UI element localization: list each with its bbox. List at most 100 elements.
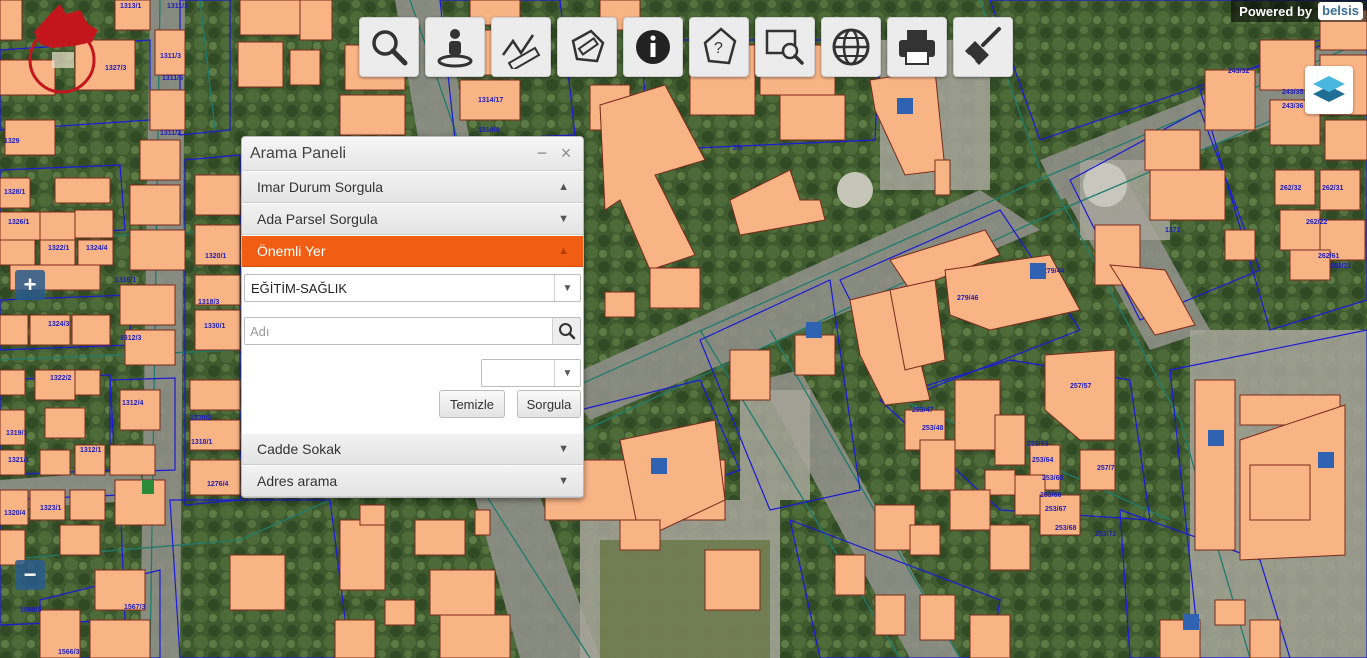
zoom-in-button[interactable]: + [15, 270, 45, 300]
parcel-label: 253/63 [1027, 441, 1049, 448]
parcel-label: 262/32 [1280, 185, 1302, 192]
parcel-label: 243/36 [1282, 103, 1304, 110]
query-button[interactable]: Sorgula [517, 390, 581, 418]
parcel-label: 1311/2 [160, 130, 181, 137]
parcel-label: 1276/4 [207, 481, 229, 488]
parcel-label: 1320/4 [4, 510, 26, 517]
chevron-down-icon: ▼ [558, 443, 569, 455]
section-cadde-sokak[interactable]: Cadde Sokak ▼ [242, 433, 583, 465]
powered-by-label: Powered by [1239, 3, 1313, 19]
section-ada-parsel[interactable]: Ada Parsel Sorgula ▼ [242, 203, 583, 235]
chevron-down-icon[interactable]: ▼ [554, 360, 580, 386]
parcel-label: 262/21 [1330, 263, 1352, 270]
chevron-up-icon: ▲ [558, 245, 569, 257]
parcel-label: 1314/4 [478, 127, 500, 134]
globe-icon [832, 28, 870, 66]
parcel-label: 257/7 [1097, 465, 1115, 472]
parcel-label: 1321/1 [8, 457, 30, 464]
parcel-label: 1311/3 [160, 53, 181, 60]
parcel-label: 1322/1 [48, 245, 70, 252]
printer-icon [899, 30, 935, 65]
panel-bottom-sections: Cadde Sokak ▼ Adres arama ▼ [242, 433, 583, 497]
parcel-label: 1314/17 [478, 97, 503, 104]
measure-distance-button[interactable] [491, 17, 551, 77]
parcel-label: 253/67 [1045, 506, 1067, 513]
zoom-out-button[interactable]: − [15, 560, 45, 590]
category-value: EĞİTİM-SAĞLIK [251, 280, 348, 296]
parcel-label: 1567/3 [124, 604, 146, 611]
chevron-down-icon[interactable]: ▼ [554, 275, 580, 301]
layers-button[interactable] [1305, 66, 1353, 114]
parcel-label: 279/44 [1043, 268, 1065, 275]
parcel-label: 243/32 [1228, 68, 1250, 75]
person-pin-icon [437, 29, 473, 68]
map-canvas[interactable]: 1313/1 1311/1 1311/3 1311/5 1311/2 1314/17 131… [0, 0, 1367, 658]
parcel-label: 253/68 [1055, 525, 1077, 532]
print-button[interactable] [887, 17, 947, 77]
parcel-label: 257/57 [1070, 383, 1092, 390]
parcel-label: 1323/1 [40, 505, 62, 512]
parcel-label: 253/66 [1040, 492, 1062, 499]
ruler-polygon-icon [571, 29, 605, 63]
parcel-label: 1318/3 [198, 299, 220, 306]
parcel-label: 1568/5 [20, 607, 42, 614]
info-icon [636, 30, 670, 64]
name-input[interactable] [245, 318, 553, 344]
section-imar-durum[interactable]: Imar Durum Sorgula ▲ [242, 171, 583, 203]
parcel-label: 1327/3 [105, 65, 127, 72]
section-adres-arama[interactable]: Adres arama ▼ [242, 465, 583, 497]
parcel-label: 253/72 [1095, 531, 1117, 538]
parcel-label: 1329 [4, 138, 20, 145]
section-cadde-label: Cadde Sokak [257, 441, 342, 457]
category-select[interactable]: EĞİTİM-SAĞLIK ▼ [244, 274, 581, 302]
info-button[interactable] [623, 17, 683, 77]
screen-magnifier-icon [765, 29, 804, 65]
parcel-label: 253/65 [1042, 475, 1064, 482]
zoom-area-button[interactable] [755, 17, 815, 77]
parcel-label: 1318/1 [191, 439, 213, 446]
minimize-icon[interactable]: − [533, 143, 551, 163]
measure-area-button[interactable] [557, 17, 617, 77]
parcel-label: 253/64 [1032, 457, 1054, 464]
section-onemli-label: Önemli Yer [257, 243, 326, 259]
onemli-yer-body: EĞİTİM-SAĞLIK ▼ ▼ Temizle Sorgula [242, 267, 583, 418]
parcel-label: 1319/1 [6, 430, 28, 437]
clear-button[interactable] [953, 17, 1013, 77]
globe-button[interactable] [821, 17, 881, 77]
parcel-label: 1312/3 [120, 335, 142, 342]
map-toolbar: ? [359, 17, 1013, 77]
locate-person-button[interactable] [425, 17, 485, 77]
broom-icon [965, 27, 1001, 65]
parcel-label: 1320/1 [205, 253, 227, 260]
municipality-logo [22, 2, 102, 98]
svg-text:?: ? [714, 40, 723, 57]
parcel-label: 253/47 [912, 407, 934, 414]
search-icon[interactable] [552, 318, 580, 344]
satellite-map: 1313/1 1311/1 1311/3 1311/5 1311/2 1314/17 131… [0, 0, 1367, 658]
panel-title: Arama Paneli [250, 144, 347, 162]
section-ada-label: Ada Parsel Sorgula [257, 211, 378, 227]
question-polygon-icon: ? [703, 27, 737, 65]
section-imar-label: Imar Durum Sorgula [257, 179, 384, 195]
section-onemli-yer[interactable]: Önemli Yer ▲ [242, 235, 583, 267]
search-tool-button[interactable] [359, 17, 419, 77]
clear-form-button[interactable]: Temizle [439, 390, 505, 418]
close-icon[interactable]: × [557, 143, 575, 163]
magnifier-icon [372, 30, 408, 66]
parcel-label: 1316/1 [115, 277, 137, 284]
panel-header[interactable]: Arama Paneli − × [242, 137, 583, 171]
belsis-logo: belsis [1318, 2, 1363, 20]
parcel-label: 1330/2 [190, 415, 212, 422]
powered-by-badge: Powered by belsis [1231, 0, 1367, 22]
parcel-label: 262/31 [1322, 185, 1344, 192]
parcel-label: 1312/4 [122, 400, 144, 407]
section-adres-label: Adres arama [257, 473, 338, 489]
parcel-label: 1324/4 [86, 245, 108, 252]
subcategory-select[interactable]: ▼ [481, 359, 581, 387]
parcel-label: 243/35 [1282, 89, 1304, 96]
parcel-label: 1566/3 [58, 649, 80, 656]
layers-icon [1313, 76, 1345, 102]
query-area-button[interactable]: ? [689, 17, 749, 77]
chevron-down-icon: ▼ [558, 475, 569, 487]
parcel-label: 1312/1 [80, 447, 102, 454]
